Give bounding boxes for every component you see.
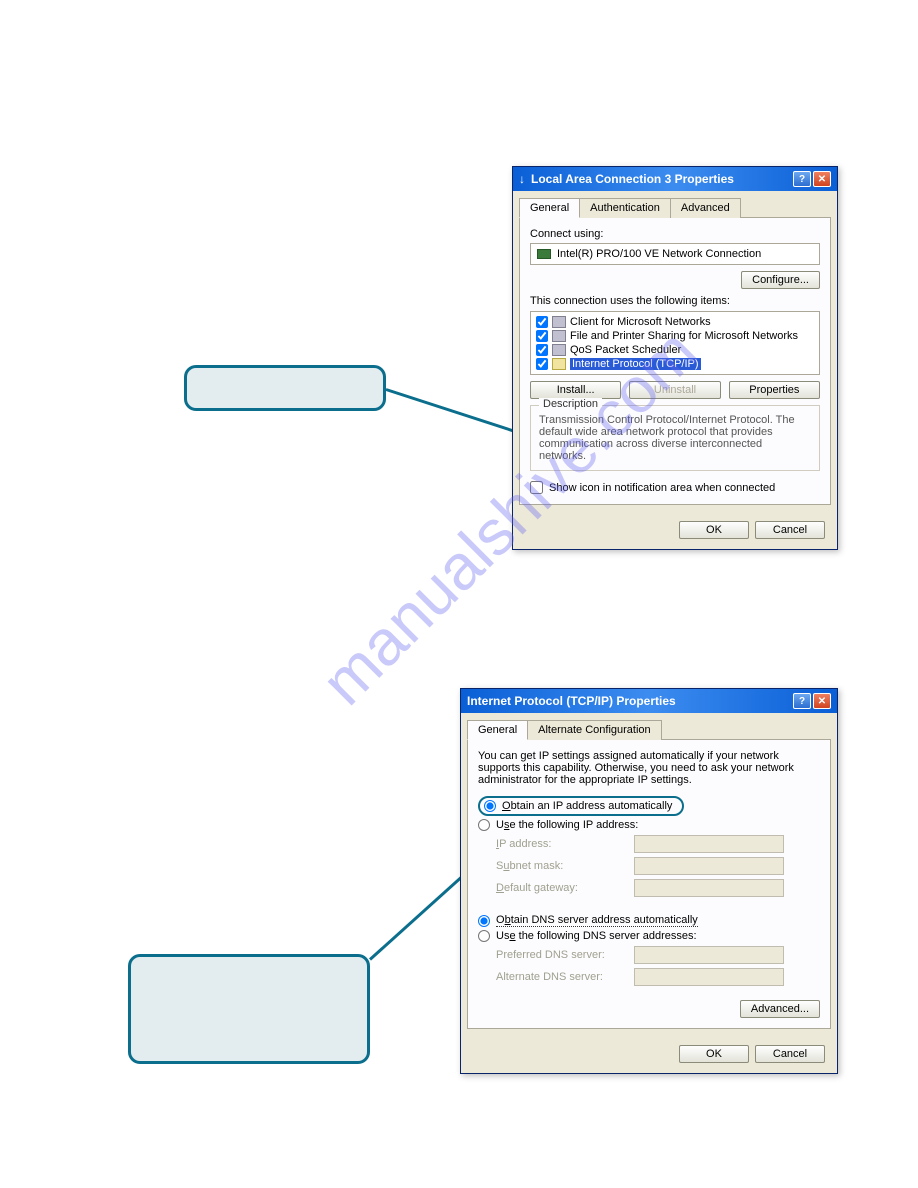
uninstall-button: Uninstall: [629, 381, 720, 399]
ok-button[interactable]: OK: [679, 521, 749, 539]
subnet-mask-input: [634, 857, 784, 875]
connection-icon: ↓: [519, 172, 525, 186]
qos-icon: [552, 344, 566, 356]
auto-ip-highlight: Obtain an IP address automatically: [478, 796, 684, 816]
description-groupbox: Description Transmission Control Protoco…: [530, 405, 820, 471]
lac-properties-dialog: ↓ Local Area Connection 3 Properties ? ✕…: [512, 166, 838, 550]
adapter-box: Intel(R) PRO/100 VE Network Connection: [530, 243, 820, 265]
install-button[interactable]: Install...: [530, 381, 621, 399]
item-label: Client for Microsoft Networks: [570, 316, 711, 328]
alternate-dns-label: Alternate DNS server:: [496, 971, 626, 983]
configure-button[interactable]: Configure...: [741, 271, 820, 289]
default-gateway-label: Default gateway:: [496, 882, 626, 894]
help-button[interactable]: ?: [793, 693, 811, 709]
connect-using-label: Connect using:: [530, 228, 820, 240]
window-title: Internet Protocol (TCP/IP) Properties: [467, 694, 676, 708]
properties-button[interactable]: Properties: [729, 381, 820, 399]
obtain-dns-auto-label: Obtain DNS server address automatically: [496, 914, 698, 927]
notify-icon-checkbox[interactable]: [530, 481, 543, 494]
adapter-name: Intel(R) PRO/100 VE Network Connection: [557, 248, 761, 260]
item-checkbox[interactable]: [536, 330, 548, 342]
advanced-button[interactable]: Advanced...: [740, 1000, 820, 1018]
use-ip-label: Use the following IP address:: [496, 819, 638, 831]
default-gateway-input: [634, 879, 784, 897]
tab-content: Connect using: Intel(R) PRO/100 VE Netwo…: [519, 217, 831, 505]
preferred-dns-input: [634, 946, 784, 964]
titlebar[interactable]: Internet Protocol (TCP/IP) Properties ? …: [461, 689, 837, 713]
tab-general[interactable]: General: [467, 720, 528, 740]
description-text: Transmission Control Protocol/Internet P…: [539, 414, 795, 462]
tab-authentication[interactable]: Authentication: [579, 198, 671, 218]
nic-icon: [537, 249, 551, 259]
item-checkbox[interactable]: [536, 316, 548, 328]
use-dns-label: Use the following DNS server addresses:: [496, 930, 697, 942]
share-icon: [552, 330, 566, 342]
item-checkbox[interactable]: [536, 358, 548, 370]
cancel-button[interactable]: Cancel: [755, 521, 825, 539]
tab-general[interactable]: General: [519, 198, 580, 218]
description-legend: Description: [539, 398, 602, 410]
close-button[interactable]: ✕: [813, 171, 831, 187]
tab-strip: General Authentication Advanced: [513, 191, 837, 217]
list-item[interactable]: File and Printer Sharing for Microsoft N…: [534, 329, 816, 343]
ip-address-input: [634, 835, 784, 853]
titlebar[interactable]: ↓ Local Area Connection 3 Properties ? ✕: [513, 167, 837, 191]
tab-content: You can get IP settings assigned automat…: [467, 739, 831, 1029]
item-label: QoS Packet Scheduler: [570, 344, 681, 356]
obtain-dns-auto-radio[interactable]: [478, 915, 490, 927]
callout-box-1: [184, 365, 386, 411]
connection-items-list[interactable]: Client for Microsoft Networks File and P…: [530, 311, 820, 375]
client-icon: [552, 316, 566, 328]
ip-address-label: IP address:: [496, 838, 626, 850]
item-checkbox[interactable]: [536, 344, 548, 356]
obtain-ip-auto-label: Obtain an IP address automatically: [502, 800, 672, 812]
items-label: This connection uses the following items…: [530, 295, 820, 307]
preferred-dns-label: Preferred DNS server:: [496, 949, 626, 961]
notify-icon-label: Show icon in notification area when conn…: [549, 482, 775, 494]
item-label-selected: Internet Protocol (TCP/IP): [570, 358, 701, 370]
subnet-mask-label: Subnet mask:: [496, 860, 626, 872]
tab-alternate-configuration[interactable]: Alternate Configuration: [527, 720, 662, 740]
cancel-button[interactable]: Cancel: [755, 1045, 825, 1063]
use-ip-radio[interactable]: [478, 819, 490, 831]
tcpip-properties-dialog: Internet Protocol (TCP/IP) Properties ? …: [460, 688, 838, 1074]
ok-button[interactable]: OK: [679, 1045, 749, 1063]
list-item[interactable]: Internet Protocol (TCP/IP): [534, 357, 816, 371]
list-item[interactable]: QoS Packet Scheduler: [534, 343, 816, 357]
list-item[interactable]: Client for Microsoft Networks: [534, 315, 816, 329]
obtain-ip-auto-radio[interactable]: [484, 800, 496, 812]
intro-text: You can get IP settings assigned automat…: [478, 750, 820, 786]
tcpip-icon: [552, 358, 566, 370]
help-button[interactable]: ?: [793, 171, 811, 187]
tab-advanced[interactable]: Advanced: [670, 198, 741, 218]
tab-strip: General Alternate Configuration: [461, 713, 837, 739]
use-dns-radio[interactable]: [478, 930, 490, 942]
window-title: Local Area Connection 3 Properties: [531, 172, 734, 186]
alternate-dns-input: [634, 968, 784, 986]
item-label: File and Printer Sharing for Microsoft N…: [570, 330, 798, 342]
callout-box-2: [128, 954, 370, 1064]
close-button[interactable]: ✕: [813, 693, 831, 709]
